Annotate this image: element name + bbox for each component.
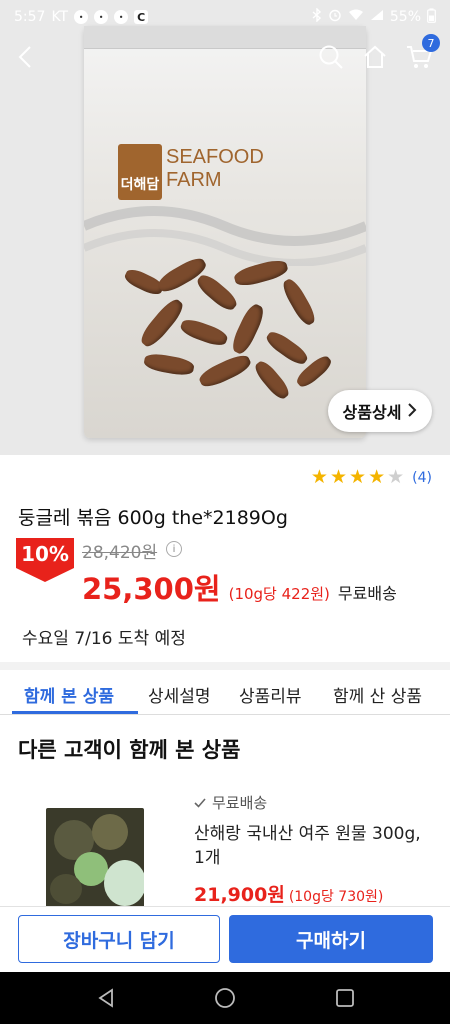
unit-price: (10g당 422원) [228, 585, 330, 603]
section-divider [0, 662, 450, 670]
free-shipping-tag: 무료배송 [194, 792, 267, 813]
check-icon [194, 797, 206, 808]
back-arrow-icon [18, 46, 31, 68]
delivery-estimate: 수요일 7/16 도착 예정 [22, 629, 186, 649]
wifi-icon [348, 9, 364, 25]
original-price: 28,420원 [82, 543, 158, 563]
detail-tabs: 함께 본 상품 상세설명 상품리뷰 함께 산 상품 [0, 670, 450, 715]
system-nav-bar [0, 972, 450, 1024]
recommended-unit-price: (10g당 730원) [288, 889, 384, 905]
star-icon: ★ [310, 466, 328, 488]
product-title: 둥글레 볶음 600g the*2189Og [18, 507, 288, 529]
tab-bought-together[interactable]: 함께 산 상품 [333, 682, 422, 707]
tab-description[interactable]: 상세설명 [148, 682, 211, 707]
notification-icon: • [74, 10, 89, 24]
home-icon [364, 45, 386, 68]
nav-recents-button[interactable] [333, 986, 357, 1010]
back-button[interactable] [8, 40, 42, 74]
battery-icon [427, 7, 436, 27]
active-tab-indicator [12, 711, 138, 714]
product-bag-image: 더해담 SEAFOOD FARM [84, 26, 366, 438]
info-icon[interactable]: i [166, 541, 182, 557]
alarm-icon [328, 8, 342, 26]
recommended-product-name[interactable]: 산해랑 국내산 여주 원물 300g, 1개 [194, 822, 424, 870]
product-detail-label: 상품상세 [342, 403, 402, 422]
sale-price-row: 25,300원 (10g당 422원) 무료배송 [82, 566, 397, 608]
search-icon [319, 45, 343, 69]
buy-now-button[interactable]: 구매하기 [229, 915, 433, 963]
section-title: 다른 고객이 함께 본 상품 [18, 738, 241, 762]
nav-home-button[interactable] [213, 986, 237, 1010]
battery-percent: 55% [389, 9, 421, 25]
discount-badge: 10% [16, 538, 74, 582]
recommended-price-row: 21,900원 (10g당 730원) [194, 880, 383, 907]
notification-icon: • [94, 10, 109, 24]
shipping-info: 무료배송 [337, 584, 397, 603]
notification-icon: • [114, 10, 129, 24]
chevron-right-icon [407, 402, 417, 421]
product-detail-button[interactable]: 상품상세 [328, 390, 432, 432]
top-nav: 7 [0, 34, 450, 80]
star-icon: ★ [368, 466, 386, 488]
signal-icon [370, 9, 384, 25]
product-rating[interactable]: ★ ★ ★ ★ ★ (4) [311, 468, 432, 487]
triangle-back-icon [98, 988, 113, 1008]
add-to-cart-button[interactable]: 장바구니 담기 [18, 915, 220, 963]
app-notification-icon: C [134, 10, 149, 24]
free-shipping-label: 무료배송 [212, 794, 268, 812]
home-button[interactable] [358, 40, 392, 74]
discount-rate: 10% [21, 542, 69, 566]
review-count[interactable]: (4) [412, 470, 432, 486]
brand-name-line1: SEAFOOD [166, 146, 264, 168]
recommended-price: 21,900원 [194, 884, 285, 906]
search-button[interactable] [314, 40, 348, 74]
nav-back-button[interactable] [94, 986, 118, 1010]
bluetooth-icon [312, 7, 322, 26]
status-time: 5:57 [14, 9, 46, 25]
tab-viewed-together[interactable]: 함께 본 상품 [24, 682, 114, 707]
cart-button[interactable]: 7 [402, 34, 440, 74]
roasted-root-contents [114, 244, 342, 404]
status-carrier: KT [51, 9, 69, 25]
star-empty-icon: ★ [387, 466, 405, 488]
star-icon: ★ [329, 466, 348, 488]
circle-home-icon [215, 988, 235, 1008]
tab-reviews[interactable]: 상품리뷰 [239, 682, 302, 707]
recommended-product-image[interactable] [46, 808, 144, 908]
star-icon: ★ [349, 466, 367, 488]
status-bar: 5:57 KT • • • C 55% [0, 0, 450, 34]
cart-count-badge: 7 [422, 34, 440, 52]
purchase-bar: 장바구니 담기 구매하기 [0, 906, 450, 973]
sale-price: 25,300원 [82, 572, 221, 606]
square-recents-icon [336, 989, 354, 1007]
